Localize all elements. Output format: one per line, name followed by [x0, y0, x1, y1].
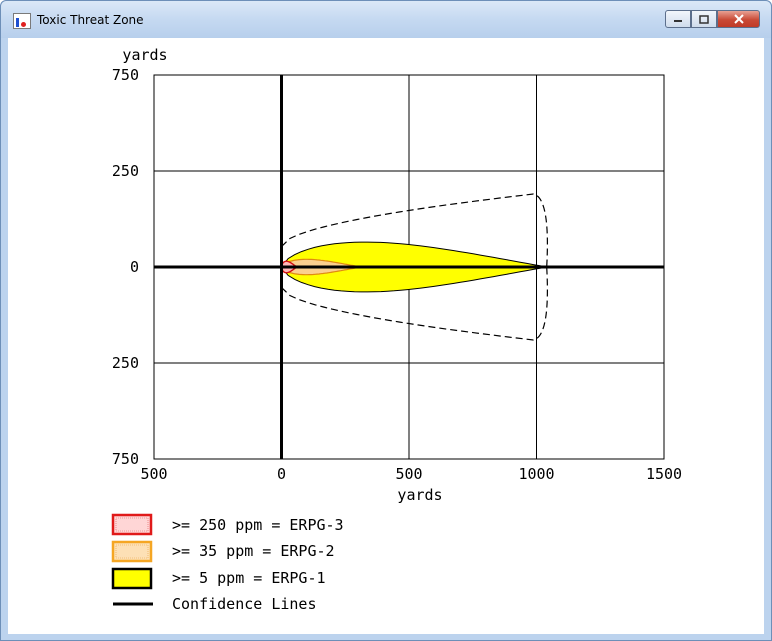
title-bar[interactable]: Toxic Threat Zone [1, 1, 771, 38]
close-button[interactable] [717, 10, 760, 28]
legend: >= 250 ppm = ERPG-3 >= 35 ppm = ERPG-2 >… [111, 513, 344, 613]
legend-label-confidence: Confidence Lines [172, 595, 317, 613]
x-tick-labels: 500 0 500 1000 1500 [140, 465, 682, 483]
caption-buttons [665, 10, 760, 29]
legend-label-erpg3: >= 250 ppm = ERPG-3 [172, 516, 344, 534]
legend-label-erpg2: >= 35 ppm = ERPG-2 [172, 542, 335, 560]
x-tick-label: 500 [395, 465, 422, 483]
x-tick-label: 0 [277, 465, 286, 483]
legend-item-erpg2: >= 35 ppm = ERPG-2 [111, 540, 335, 563]
legend-label-erpg1: >= 5 ppm = ERPG-1 [172, 569, 326, 587]
x-tick-label: 1500 [646, 465, 682, 483]
y-tick-label: 750 [112, 66, 139, 84]
minimize-button[interactable] [665, 10, 691, 28]
y-tick-label: 750 [112, 450, 139, 468]
threat-zone-plot: yards 750 250 0 250 750 500 0 500 1000 1… [111, 46, 682, 613]
maximize-button[interactable] [691, 10, 717, 28]
x-tick-label: 500 [140, 465, 167, 483]
chart-app-icon[interactable] [13, 13, 31, 29]
y-tick-label: 250 [112, 162, 139, 180]
y-tick-labels: 750 250 0 250 750 [112, 66, 139, 468]
legend-item-erpg3: >= 250 ppm = ERPG-3 [111, 513, 344, 536]
minimize-icon [674, 20, 682, 22]
x-tick-label: 1000 [518, 465, 554, 483]
toxic-threat-zone-window: Toxic Threat Zone yards 750 250 0 250 75… [0, 0, 772, 641]
maximize-icon [699, 14, 709, 24]
x-axis-unit-label: yards [397, 486, 442, 504]
close-icon [733, 14, 744, 24]
legend-swatch-erpg1 [111, 567, 153, 590]
chart-area: yards 750 250 0 250 750 500 0 500 1000 1… [8, 38, 764, 634]
legend-item-confidence: Confidence Lines [113, 595, 317, 613]
legend-item-erpg1: >= 5 ppm = ERPG-1 [111, 567, 326, 590]
y-tick-label: 0 [130, 258, 139, 276]
window-title: Toxic Threat Zone [37, 13, 144, 27]
y-tick-label: 250 [112, 354, 139, 372]
y-axis-unit-label: yards [122, 46, 167, 64]
